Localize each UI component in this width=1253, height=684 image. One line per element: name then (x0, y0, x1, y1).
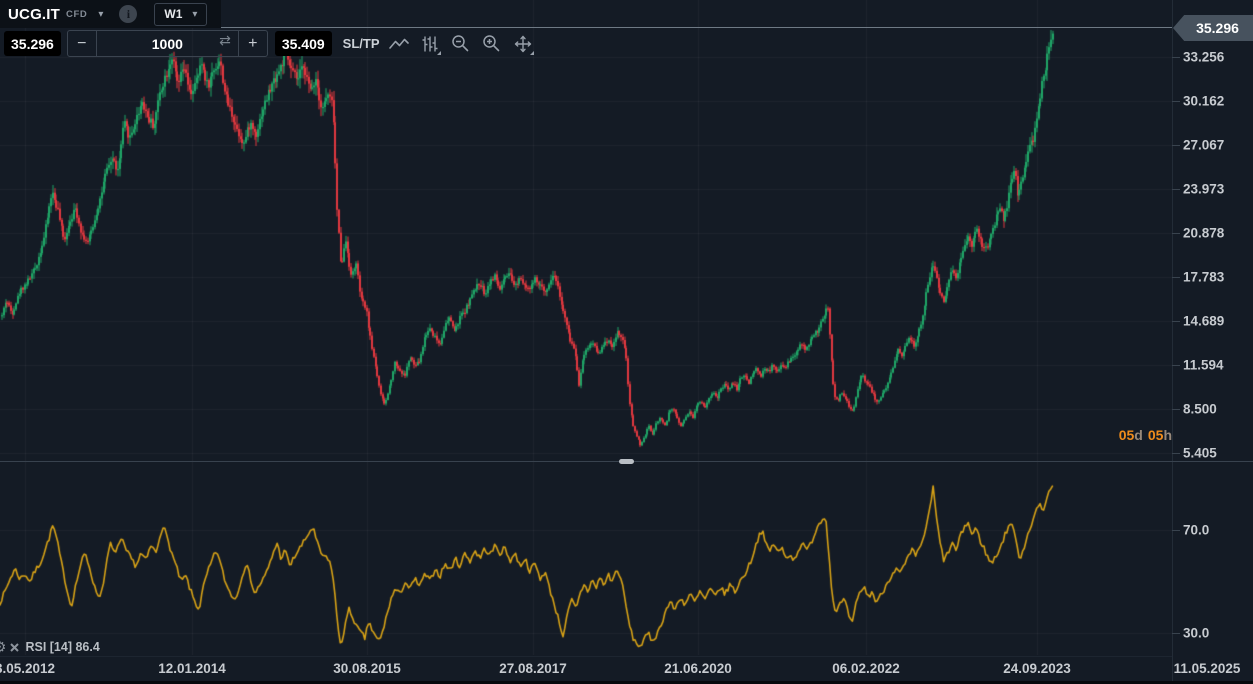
pane-resize-handle[interactable] (619, 459, 634, 464)
price-axis-tick: 5.405 (1183, 445, 1217, 461)
pan-tool-button[interactable] (511, 32, 535, 56)
price-axis-tick-mark (1172, 365, 1180, 366)
time-axis-tick: 06.02.2022 (832, 661, 900, 676)
time-axis-tick: 27.08.2017 (499, 661, 567, 676)
price-axis-tick-mark (1172, 57, 1180, 58)
refresh-quantity-icon[interactable]: ⇄ (219, 32, 231, 49)
indicator-close-icon[interactable] (10, 642, 20, 652)
countdown-hours-value: 05 (1147, 427, 1164, 443)
candle-countdown: 05d 05h (1022, 427, 1172, 443)
rsi-legend-label: RSI [14] 86.4 (25, 640, 100, 654)
price-axis-tick-mark (1172, 101, 1180, 102)
line-chart-icon (388, 38, 409, 49)
price-axis-tick-mark (1172, 233, 1180, 234)
price-axis-tick: 14.689 (1183, 313, 1225, 329)
zoom-in-icon (483, 35, 500, 52)
price-axis-border (1172, 0, 1173, 681)
chevron-down-icon: ▾ (192, 8, 198, 20)
line-chart-type-button[interactable] (387, 32, 411, 56)
zoom-out-icon (452, 35, 469, 52)
price-axis-tick-mark (1172, 145, 1180, 146)
price-axis-tick-mark (1172, 453, 1180, 454)
trading-chart-window: 35.296 05d05h ⚙ RSI [14] 86.4 UCG.IT CFD… (0, 0, 1253, 684)
zoom-out-button[interactable] (449, 32, 473, 56)
indicator-settings-icon[interactable]: ⚙ (0, 638, 6, 656)
time-axis-tick: 21.06.2020 (664, 661, 732, 676)
quantity-increase-button[interactable]: + (237, 31, 267, 56)
timeframe-select[interactable]: W1 ▾ (154, 2, 208, 26)
rsi-axis-tick-mark (1172, 530, 1180, 531)
time-axis-tick: 24.09.2023 (1003, 661, 1071, 676)
rsi-axis-tick: 70.0 (1183, 522, 1210, 538)
buy-price-badge[interactable]: 35.409 (274, 31, 332, 56)
time-axis-tick: 11.05.2025 (1173, 661, 1241, 676)
zoom-in-button[interactable] (480, 32, 504, 56)
timeframe-label: W1 (164, 7, 183, 21)
instrument-header: UCG.IT CFD ▾ i W1 ▾ (0, 0, 222, 28)
time-axis-tick: 3.05.2012 (0, 661, 56, 676)
countdown-days-value: 05 (1118, 427, 1135, 443)
quantity-input[interactable] (96, 34, 238, 53)
price-axis-tick: 23.973 (1183, 181, 1225, 197)
rsi-axis-tick: 30.0 (1183, 625, 1210, 641)
price-axis-tick-mark (1172, 321, 1180, 322)
symbol-dropdown-caret-icon[interactable]: ▾ (98, 9, 103, 20)
price-axis-tick-mark (1172, 189, 1180, 190)
countdown-hours-unit: h (1163, 427, 1172, 443)
candlestick-chart-type-button[interactable] (418, 32, 442, 56)
pan-tool-dropdown-corner (529, 50, 534, 55)
countdown-days-unit: d (1134, 427, 1143, 443)
time-axis-tick: 12.01.2014 (158, 661, 226, 676)
price-axis-tick: 27.067 (1183, 137, 1225, 153)
rsi-legend: ⚙ RSI [14] 86.4 (0, 638, 100, 656)
rsi-chart-canvas[interactable] (0, 462, 1172, 655)
time-axis-tick: 30.08.2015 (333, 661, 401, 676)
sltp-button[interactable]: SL/TP (343, 36, 380, 51)
price-axis-tick: 20.878 (1183, 225, 1225, 241)
quantity-decrease-button[interactable]: − (68, 31, 97, 56)
price-axis-tick: 11.594 (1183, 357, 1224, 373)
price-axis-tick: 30.162 (1183, 93, 1225, 109)
price-axis-tick: 17.783 (1183, 269, 1225, 285)
price-axis-tick-mark (1172, 277, 1180, 278)
price-axis-tick-mark (1172, 409, 1180, 410)
current-price-tag: 35.296 (1173, 15, 1253, 41)
price-axis-tick: 8.500 (1183, 401, 1217, 417)
quantity-stepper: − ⇄ + (66, 30, 268, 57)
time-axis-separator (0, 656, 1172, 657)
sell-price-badge[interactable]: 35.296 (4, 31, 61, 56)
rsi-axis-tick-mark (1172, 633, 1180, 634)
symbol-label: UCG.IT (8, 5, 61, 23)
chart-type-dropdown-corner (436, 50, 441, 55)
price-axis-tick: 33.256 (1183, 49, 1225, 65)
info-icon[interactable]: i (119, 5, 138, 23)
trade-toolbar: 35.296 − ⇄ + 35.409 SL/TP (4, 30, 535, 57)
instrument-type-label: CFD (66, 8, 88, 20)
price-chart-canvas[interactable] (0, 0, 1172, 461)
